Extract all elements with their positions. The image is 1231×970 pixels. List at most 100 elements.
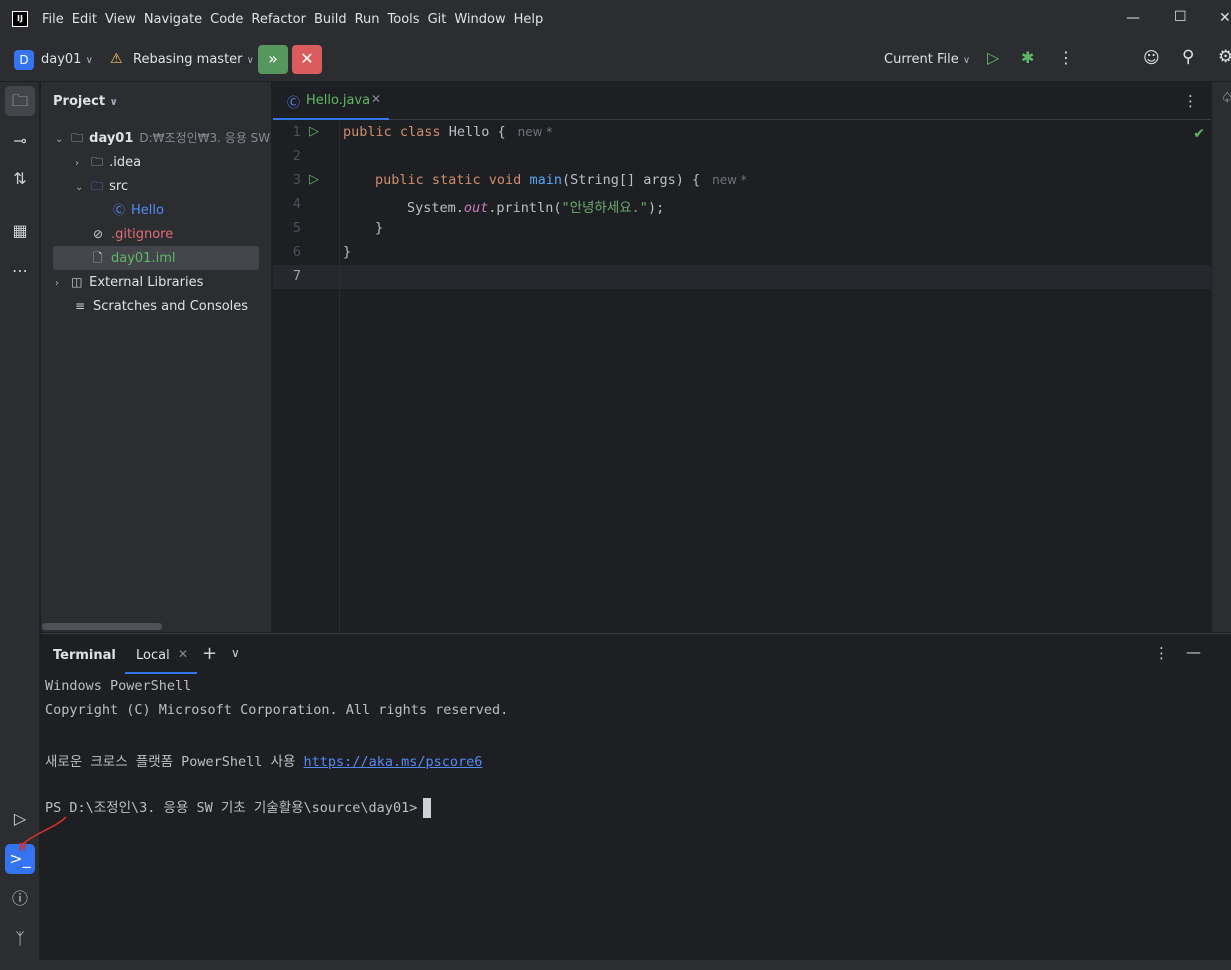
maximize-window-icon[interactable]: ☐ [1174,9,1187,25]
line-number: 3 [292,173,301,188]
code-text: Hello { [448,124,506,140]
terminal-cursor [423,798,432,818]
minimize-window-icon[interactable]: — [1126,10,1140,26]
code-keyword: public static void [375,172,522,188]
tree-item-day01[interactable]: ⌄ 🗀 day01 D:₩조정인₩3. 응용 SW [41,126,271,150]
horizontal-scrollbar[interactable] [42,623,162,630]
code-text: .println( [488,200,562,216]
line-number: 2 [292,149,301,164]
structure-icon[interactable]: ▦ [5,216,35,246]
tree-item-day01-iml[interactable]: 🗋 day01.iml [53,246,259,270]
terminal-icon[interactable]: >_ [5,844,35,874]
terminal-link[interactable]: https://aka.ms/pscore6 [304,754,483,770]
expand-arrow-icon[interactable]: ⌄ [55,128,67,152]
tree-item-label: day01 [89,131,134,146]
code-string-literal: "안녕하세요." [561,200,648,216]
run-main-gutter-icon[interactable]: ▷ [309,172,319,187]
problems-icon[interactable]: ⓘ [5,884,35,914]
chevron-down-icon[interactable]: ∨ [231,646,240,660]
project-tool-folder-icon[interactable]: 🗀 [5,86,35,116]
menu-file[interactable]: File [42,12,64,27]
run-configuration-selector[interactable]: Current File ∨ [884,52,970,67]
scratches-icon: ≡ [75,299,86,313]
tree-item-gitignore[interactable]: ⊘ .gitignore [41,222,271,246]
terminal-prompt-line[interactable]: PS D:\조정인\3. 응용 SW 기초 기술활용\source\day01> [45,796,432,818]
expand-arrow-icon[interactable]: ⌄ [75,176,87,200]
menu-window[interactable]: Window [454,12,505,27]
menu-refactor[interactable]: Refactor [251,12,306,27]
more-actions-icon[interactable]: ⋮ [1183,92,1198,110]
abort-rebase-button[interactable]: ✕ [292,45,322,74]
author-inlay-hint: new * [712,173,747,187]
menu-run[interactable]: Run [355,12,380,27]
tree-item-label: .gitignore [111,227,174,242]
menu-tools[interactable]: Tools [388,12,420,27]
commit-icon[interactable]: ⊸ [5,126,35,156]
tree-item-src[interactable]: ⌄ 🗀 src [41,174,271,198]
project-tool-window: Project ∨ ⌄ 🗀 day01 D:₩조정인₩3. 응용 SW › 🗀 .id… [41,82,271,632]
menu-edit[interactable]: Edit [72,12,97,27]
code-method-name: main [529,172,562,188]
code-static-field: out [463,200,489,216]
notifications-bell-icon[interactable]: ♤ [1221,90,1231,106]
menu-view[interactable]: View [105,12,136,27]
more-tool-windows-icon[interactable]: ⋯ [5,256,35,286]
vcs-branch-widget[interactable]: Rebasing master ∨ [133,52,254,67]
editor-tab-hello-java[interactable]: Ⓒ Hello.java ✕ [273,82,389,120]
run-class-gutter-icon[interactable]: ▷ [309,124,319,139]
gear-icon[interactable]: ⚙ [1218,47,1231,67]
run-icon[interactable]: ▷ [987,48,999,67]
expand-arrow-icon[interactable]: › [75,152,87,176]
ignored-file-icon: ⊘ [93,227,104,241]
tree-item-hello[interactable]: Ⓒ Hello [41,198,271,222]
code-line-3[interactable]: public static void main(String[] args) {… [375,172,747,188]
editor-tab-label: Hello.java [306,93,371,108]
project-panel-title[interactable]: Project ∨ [53,94,118,109]
code-line-5[interactable]: } [375,220,383,236]
project-name: day01 [41,52,82,67]
search-icon[interactable]: ⚲ [1182,47,1194,67]
expand-arrow-icon[interactable]: › [55,272,67,296]
close-icon: ✕ [300,49,314,68]
hide-panel-icon[interactable]: — [1186,643,1201,661]
services-run-icon[interactable]: ▷ [5,804,35,834]
chevron-down-icon: ∨ [246,55,254,66]
run-config-label: Current File [884,52,959,67]
tree-item-path-hint: D:₩조정인₩3. 응용 SW [139,131,271,145]
continue-rebase-button[interactable]: » [258,45,288,74]
git-branch-icon[interactable]: ᛉ [5,924,35,954]
code-with-me-icon[interactable]: ☺ [1143,48,1160,67]
menu-navigate[interactable]: Navigate [144,12,202,27]
code-line-6[interactable]: } [343,244,351,260]
tree-item-idea[interactable]: › 🗀 .idea [41,150,271,174]
tree-item-label: src [109,179,129,194]
pull-requests-icon[interactable]: ⇅ [5,164,35,194]
line-number: 4 [292,197,301,212]
tree-item-label: External Libraries [89,275,204,290]
tree-item-external-libraries[interactable]: › ◫ External Libraries [41,270,271,294]
no-problems-check-icon[interactable]: ✔ [1193,126,1205,142]
more-actions-icon[interactable]: ⋮ [1154,644,1169,662]
warning-icon: ⚠ [110,51,123,67]
terminal-promo-text: 새로운 크로스 플랫폼 PowerShell 사용 [45,754,304,770]
close-window-icon[interactable]: ✕ [1219,10,1231,26]
menu-git[interactable]: Git [428,12,447,27]
tree-item-scratches[interactable]: ≡ Scratches and Consoles [41,294,271,318]
close-icon[interactable]: ✕ [178,647,188,661]
menu-build[interactable]: Build [314,12,347,27]
debug-bug-icon[interactable]: ✱ [1021,48,1034,67]
project-badge[interactable]: D [14,50,34,70]
code-line-4[interactable]: System.out.println("안녕하세요."); [407,196,664,216]
project-selector[interactable]: day01 ∨ [41,52,93,67]
new-terminal-plus-icon[interactable]: + [202,643,217,664]
code-text: System. [407,200,464,216]
menu-help[interactable]: Help [514,12,544,27]
more-actions-icon[interactable]: ⋮ [1058,48,1074,67]
menu-code[interactable]: Code [210,12,243,27]
tree-item-label: day01.iml [111,251,176,266]
code-line-1[interactable]: public class Hello {new * [343,124,552,140]
line-number: 5 [292,221,301,236]
code-keyword: public class [343,124,441,140]
terminal-tab-local[interactable]: Local ✕ [125,634,197,674]
close-icon[interactable]: ✕ [371,92,381,106]
